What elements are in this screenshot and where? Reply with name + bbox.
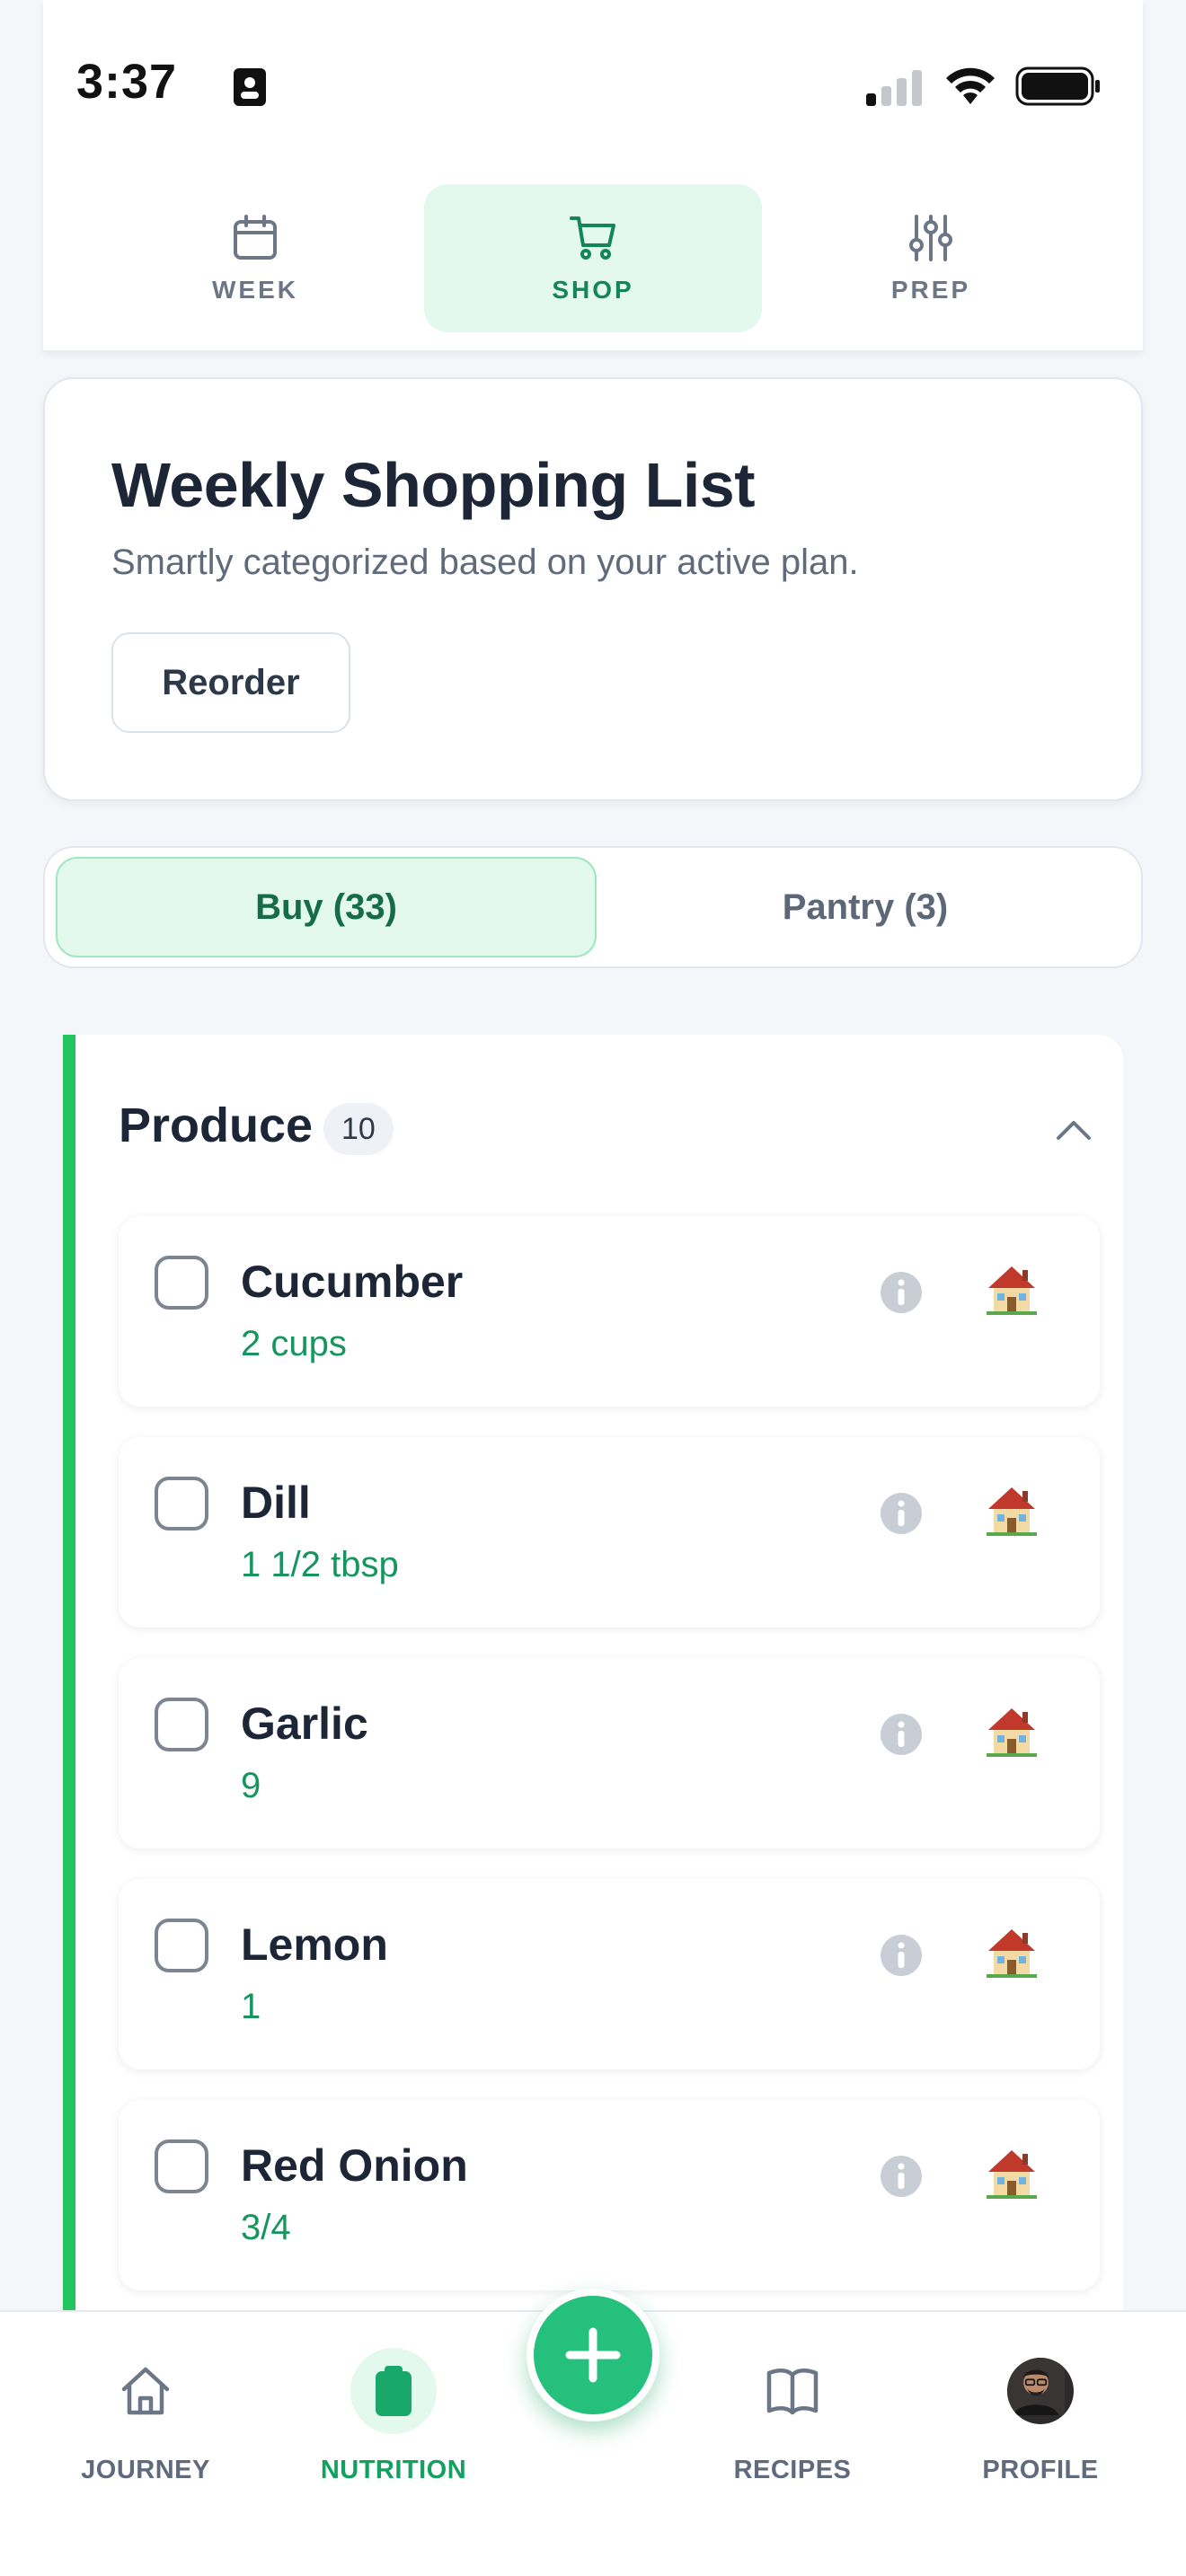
pantry-segment[interactable]: Pantry (3) [595, 857, 1136, 957]
list-item: Red Onion 3/4 [119, 2100, 1100, 2290]
house-icon[interactable] [983, 1924, 1040, 1981]
cart-icon [570, 216, 615, 260]
section-title[interactable]: Produce [119, 1098, 313, 1153]
nav-profile-label: PROFILE [982, 2456, 1099, 2484]
avatar [1007, 2358, 1074, 2424]
item-checkbox[interactable] [155, 1477, 208, 1531]
list-item: Dill 1 1/2 tbsp [119, 1437, 1100, 1628]
list-item: Lemon 1 [119, 1879, 1100, 2069]
info-icon[interactable] [879, 1933, 924, 1978]
item-name: Cucumber [241, 1257, 464, 1307]
item-quantity: 9 [241, 1766, 261, 1805]
tab-shop-label: SHOP [552, 275, 634, 304]
page-title: Weekly Shopping List [111, 450, 756, 520]
item-checkbox[interactable] [155, 2139, 208, 2193]
nav-recipes[interactable]: RECIPES [685, 2348, 900, 2485]
screen: 3:37 WEEK SHOP PREP Weekly Shopping List… [0, 0, 1186, 2576]
page-subtitle: Smartly categorized based on your active… [111, 543, 859, 582]
house-icon[interactable] [983, 2145, 1040, 2202]
house-icon[interactable] [983, 1482, 1040, 1539]
produce-section: Produce 10 Cucumber 2 cups Dill 1 1/2 tb… [63, 1035, 1123, 2310]
section-accent-bar [63, 1035, 75, 2310]
shopping-list-header-card: Weekly Shopping List Smartly categorized… [43, 377, 1143, 801]
info-icon[interactable] [879, 1491, 924, 1536]
wifi-icon [946, 67, 995, 104]
calendar-icon [234, 214, 277, 260]
nav-journey-label: JOURNEY [81, 2456, 210, 2484]
item-name: Red Onion [241, 2140, 468, 2191]
sliders-icon [909, 214, 952, 261]
section-count-badge: 10 [323, 1103, 394, 1155]
item-name: Dill [241, 1478, 311, 1528]
info-icon[interactable] [879, 1712, 924, 1757]
nav-nutrition[interactable]: NUTRITION [286, 2348, 501, 2485]
item-checkbox[interactable] [155, 1919, 208, 1972]
nav-journey-icon-wrap [102, 2348, 189, 2434]
add-button[interactable] [527, 2289, 659, 2422]
item-quantity: 1 [241, 1987, 261, 2026]
nav-journey[interactable]: JOURNEY [38, 2348, 253, 2485]
nav-nutrition-icon-wrap [350, 2348, 437, 2434]
plus-icon [565, 2327, 621, 2383]
house-icon[interactable] [983, 1703, 1040, 1760]
cellular-signal-icon [866, 70, 922, 106]
home-icon [121, 2367, 170, 2415]
nav-nutrition-label: NUTRITION [320, 2456, 467, 2484]
reorder-button[interactable]: Reorder [111, 632, 350, 733]
info-icon[interactable] [879, 1270, 924, 1315]
item-name: Lemon [241, 1919, 388, 1970]
tab-week-label: WEEK [212, 275, 298, 304]
info-icon[interactable] [879, 2154, 924, 2199]
tab-prep[interactable]: PREP [762, 184, 1100, 332]
buy-pantry-toggle: Buy (33) Pantry (3) [43, 846, 1143, 968]
item-name: Garlic [241, 1698, 368, 1749]
list-item: Cucumber 2 cups [119, 1216, 1100, 1407]
nav-profile-icon-wrap [997, 2348, 1084, 2434]
list-item: Garlic 9 [119, 1658, 1100, 1848]
clipboard-icon [376, 2366, 412, 2416]
house-icon[interactable] [983, 1261, 1040, 1319]
book-icon [766, 2369, 819, 2415]
battery-icon [1015, 66, 1100, 106]
tab-shop[interactable]: SHOP [424, 184, 762, 332]
tab-week[interactable]: WEEK [86, 184, 424, 332]
tab-prep-label: PREP [890, 275, 971, 304]
chevron-up-icon[interactable] [1051, 1108, 1096, 1153]
id-card-icon [234, 68, 266, 106]
item-checkbox[interactable] [155, 1698, 208, 1751]
nav-profile[interactable]: PROFILE [933, 2348, 1148, 2485]
nav-recipes-icon-wrap [749, 2348, 836, 2434]
status-time: 3:37 [76, 55, 178, 109]
item-quantity: 1 1/2 tbsp [241, 1545, 399, 1584]
item-quantity: 3/4 [241, 2208, 291, 2247]
nav-recipes-label: RECIPES [733, 2456, 852, 2484]
buy-segment[interactable]: Buy (33) [56, 857, 597, 957]
item-quantity: 2 cups [241, 1324, 347, 1363]
item-checkbox[interactable] [155, 1256, 208, 1310]
